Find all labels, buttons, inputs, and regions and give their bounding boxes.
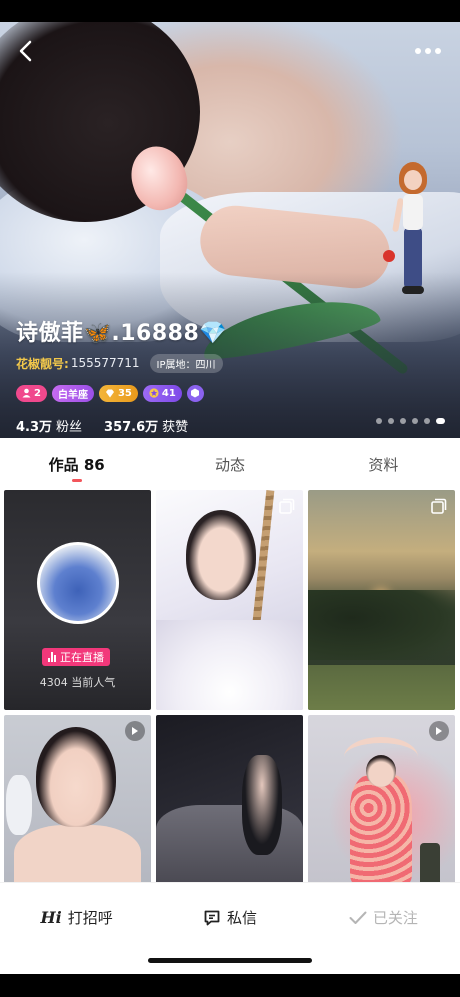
chevron-left-icon bbox=[19, 40, 32, 62]
star-icon bbox=[149, 388, 159, 398]
multi-image-icon bbox=[279, 498, 295, 514]
noble-badge[interactable] bbox=[186, 384, 204, 402]
popularity-count: 4304 当前人气 bbox=[39, 676, 116, 689]
live-badge: 正在直播 bbox=[42, 648, 110, 666]
grid-item-live[interactable]: 正在直播 4304 当前人气 bbox=[4, 490, 151, 710]
profile-screen: 诗傲菲🦋.16888💎 花椒靓号: 155577711 IP属地：四川 2 白羊… bbox=[0, 22, 460, 974]
check-icon bbox=[349, 911, 367, 924]
message-icon bbox=[204, 910, 220, 925]
profile-tabs: 作品 86 动态 资料 bbox=[0, 438, 460, 490]
profile-hero-image[interactable]: 诗傲菲🦋.16888💎 花椒靓号: 155577711 IP属地：四川 2 白羊… bbox=[0, 22, 460, 438]
followed-button[interactable]: 已关注 bbox=[307, 896, 460, 940]
greet-button[interactable]: Hi 打招呼 bbox=[0, 896, 153, 940]
fans-club-badge[interactable]: 2 bbox=[16, 384, 47, 402]
wealth-level-badge[interactable]: 35 bbox=[98, 384, 138, 402]
bottom-action-bar: Hi 打招呼 私信 已关注 bbox=[0, 882, 460, 952]
grid-item[interactable] bbox=[308, 490, 455, 710]
person-icon bbox=[22, 388, 31, 398]
grid-item[interactable] bbox=[4, 715, 151, 885]
user-level-badge[interactable]: 41 bbox=[142, 384, 182, 402]
hi-icon: Hi bbox=[40, 908, 62, 927]
back-button[interactable] bbox=[12, 36, 38, 66]
avatar-3d-figure[interactable] bbox=[383, 162, 433, 312]
tab-works[interactable]: 作品 86 bbox=[0, 438, 153, 490]
badge-row[interactable]: 2 白羊座 35 41 bbox=[16, 384, 446, 402]
likes-stat: 357.6万 获赞 bbox=[104, 419, 189, 435]
play-icon bbox=[125, 721, 145, 741]
ip-location-badge: IP属地：四川 bbox=[149, 353, 223, 373]
zodiac-badge[interactable]: 白羊座 bbox=[51, 384, 94, 402]
diamond-icon bbox=[105, 389, 114, 397]
works-grid: 正在直播 4304 当前人气 bbox=[4, 490, 456, 885]
message-button[interactable]: 私信 bbox=[153, 896, 306, 940]
carousel-indicator bbox=[376, 418, 445, 424]
play-icon bbox=[429, 721, 449, 741]
live-avatar bbox=[37, 542, 119, 624]
multi-image-icon bbox=[431, 498, 447, 514]
grid-item[interactable] bbox=[308, 715, 455, 885]
more-dots-icon bbox=[415, 48, 421, 54]
tab-moments[interactable]: 动态 bbox=[153, 438, 306, 490]
live-bars-icon bbox=[48, 652, 56, 662]
id-label: 花椒靓号: bbox=[16, 356, 69, 371]
grid-item[interactable] bbox=[156, 490, 303, 710]
more-button[interactable] bbox=[408, 36, 448, 66]
hexagon-icon bbox=[191, 388, 200, 398]
home-indicator[interactable] bbox=[148, 958, 312, 963]
grid-item[interactable] bbox=[156, 715, 303, 885]
tab-underline bbox=[71, 479, 82, 482]
fans-stat[interactable]: 4.3万 粉丝 bbox=[16, 416, 82, 435]
id-value[interactable]: 155577711 bbox=[71, 356, 140, 370]
tab-profile-info[interactable]: 资料 bbox=[307, 438, 460, 490]
profile-name: 诗傲菲🦋.16888💎 bbox=[16, 321, 228, 346]
